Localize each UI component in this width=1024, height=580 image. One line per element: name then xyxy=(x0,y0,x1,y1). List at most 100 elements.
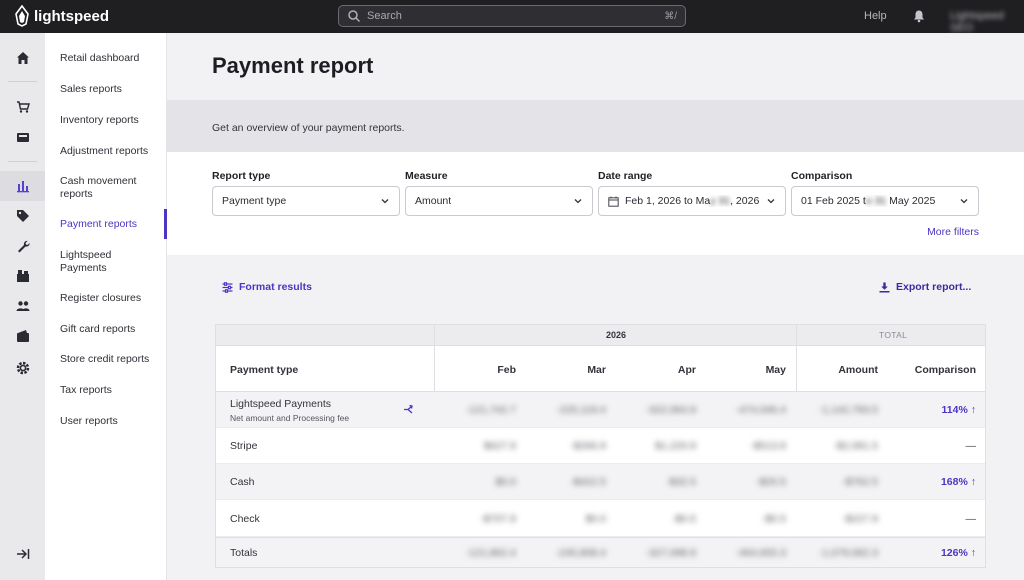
col-feb[interactable]: Feb xyxy=(497,364,516,376)
rail-tools[interactable] xyxy=(0,231,45,261)
settings-icon xyxy=(16,361,29,375)
nav-store-credit-reports[interactable]: Store credit reports xyxy=(60,353,160,366)
table-group-header: 2026 TOTAL xyxy=(216,325,985,346)
cell-feb: -$707.9 xyxy=(480,513,516,525)
cell-mar: -$266.9 xyxy=(570,440,606,452)
rail-customers[interactable] xyxy=(0,291,45,321)
total-label: TOTAL xyxy=(879,330,908,340)
row-label: Cash xyxy=(230,476,255,488)
overview-text: Get an overview of your payment reports. xyxy=(212,122,405,134)
page-title: Payment report xyxy=(212,53,374,78)
flame-icon xyxy=(15,5,29,27)
table-row[interactable]: Lightspeed Payments Net amount and Proce… xyxy=(216,392,985,428)
cell-comparison: — xyxy=(965,440,977,452)
rail-register[interactable] xyxy=(0,122,45,152)
nav-user-reports[interactable]: User reports xyxy=(60,415,160,428)
search-input[interactable]: Search ⌘/ xyxy=(338,5,686,27)
bell-icon[interactable] xyxy=(912,9,926,23)
nav-retail-dashboard[interactable]: Retail dashboard xyxy=(60,52,160,65)
nav-register-closures[interactable]: Register closures xyxy=(60,292,160,305)
totals-row: Totals -121,862.4 -245,808.4 -327,098.9 … xyxy=(216,537,985,567)
measure-select[interactable]: Amount xyxy=(405,186,593,216)
year-group-header: 2026 xyxy=(216,325,796,346)
sliders-icon xyxy=(222,281,233,293)
rail-inventory[interactable] xyxy=(0,261,45,291)
row-label: Totals xyxy=(230,547,258,559)
table-row[interactable]: Stripe $627.9 -$266.9 $1,220.9 -$513.9 -… xyxy=(216,428,985,464)
nav-lightspeed-payments[interactable]: Lightspeed Payments xyxy=(60,249,160,275)
col-comparison[interactable]: Comparison xyxy=(915,364,976,376)
reports-subnav: Retail dashboard Sales reports Inventory… xyxy=(45,33,167,580)
cell-feb: -121,862.4 xyxy=(465,547,516,559)
cell-mar: $0.0 xyxy=(585,513,606,525)
col-apr[interactable]: Apr xyxy=(678,364,696,376)
report-type-select[interactable]: Payment type xyxy=(212,186,400,216)
nav-adjustment-reports[interactable]: Adjustment reports xyxy=(60,145,160,158)
export-report-label: Export report... xyxy=(896,281,972,293)
nav-payment-reports[interactable]: Payment reports xyxy=(60,218,160,231)
col-may[interactable]: May xyxy=(766,364,786,376)
row-label: Check xyxy=(230,513,260,525)
table-row[interactable]: Cash $0.0 -$422.5 -$32.5 -$20.5 -$762.5 … xyxy=(216,464,985,500)
format-results-button[interactable]: Format results xyxy=(222,281,312,293)
nav-sales-reports[interactable]: Sales reports xyxy=(60,83,160,96)
cell-amount: -1,142,793.5 xyxy=(819,404,878,416)
overview-band: Get an overview of your payment reports. xyxy=(167,100,1024,152)
chevron-down-icon xyxy=(960,199,968,204)
nav-cash-movement-reports[interactable]: Cash movement reports xyxy=(60,175,160,201)
brand-logo[interactable]: lightspeed xyxy=(14,5,109,27)
comparison-value: 01 Feb 2025 to 31 May 2025 xyxy=(801,195,936,207)
rail-home[interactable] xyxy=(0,43,45,73)
user-menu[interactable]: Lightspeed SEO xyxy=(950,10,1024,34)
cell-mar: -$422.5 xyxy=(570,476,606,488)
table-column-header: Payment type Feb Mar Apr May Amount Comp… xyxy=(216,346,985,392)
row-sublabel: Net amount and Processing fee xyxy=(230,413,350,423)
wallet-icon xyxy=(16,330,29,342)
nav-inventory-reports[interactable]: Inventory reports xyxy=(60,114,160,127)
rail-reports[interactable] xyxy=(0,171,45,201)
cell-feb: $627.9 xyxy=(483,440,516,452)
date-range-value: Feb 1, 2026 to May 31, 2026 xyxy=(625,195,760,207)
chevron-down-icon xyxy=(381,199,389,204)
rail-wallet[interactable] xyxy=(0,321,45,351)
rail-collapse[interactable] xyxy=(0,539,45,569)
calendar-icon xyxy=(608,196,619,207)
report-type-value: Payment type xyxy=(222,195,287,207)
export-report-button[interactable]: Export report... xyxy=(879,281,971,293)
download-icon xyxy=(879,282,890,292)
more-filters-link[interactable]: More filters xyxy=(927,226,979,238)
date-range-select[interactable]: Feb 1, 2026 to May 31, 2026 xyxy=(598,186,786,216)
col-payment-type[interactable]: Payment type xyxy=(230,364,298,376)
cell-amount: -1,079,582.3 xyxy=(819,547,878,559)
collapse-icon xyxy=(16,549,29,559)
format-results-label: Format results xyxy=(239,281,312,293)
col-mar[interactable]: Mar xyxy=(587,364,606,376)
help-link[interactable]: Help xyxy=(864,10,887,22)
cell-apr: -$32.5 xyxy=(666,476,696,488)
cell-comparison: 114% ↑ xyxy=(941,404,976,416)
payment-report-table: 2026 TOTAL Payment type Feb Mar Apr May … xyxy=(215,324,986,568)
register-icon xyxy=(16,133,29,142)
cell-feb: -121,742.7 xyxy=(465,404,516,416)
comparison-filter: Comparison 01 Feb 2025 to 31 May 2025 xyxy=(791,170,979,216)
inventory-icon xyxy=(16,270,29,282)
split-icon[interactable] xyxy=(403,404,414,415)
comparison-select[interactable]: 01 Feb 2025 to 31 May 2025 xyxy=(791,186,979,216)
rail-products[interactable] xyxy=(0,201,45,231)
cell-feb: $0.0 xyxy=(495,476,516,488)
report-type-filter: Report type Payment type xyxy=(212,170,400,216)
nav-tax-reports[interactable]: Tax reports xyxy=(60,384,160,397)
cell-may: -$513.9 xyxy=(750,440,786,452)
cell-comparison: 126% ↑ xyxy=(940,547,976,559)
chevron-down-icon xyxy=(767,199,775,204)
tag-icon xyxy=(16,210,29,222)
col-amount[interactable]: Amount xyxy=(838,364,878,376)
rail-settings[interactable] xyxy=(0,353,45,383)
wrench-icon xyxy=(17,240,30,253)
table-row[interactable]: Check -$707.9 $0.0 -$0.5 -$0.5 -$227.9 — xyxy=(216,500,985,537)
chevron-down-icon xyxy=(574,199,582,204)
nav-gift-card-reports[interactable]: Gift card reports xyxy=(60,323,160,336)
cell-amount: -$2,081.5 xyxy=(833,440,878,452)
rail-sales[interactable] xyxy=(0,92,45,122)
cell-may: -$0.5 xyxy=(762,513,786,525)
